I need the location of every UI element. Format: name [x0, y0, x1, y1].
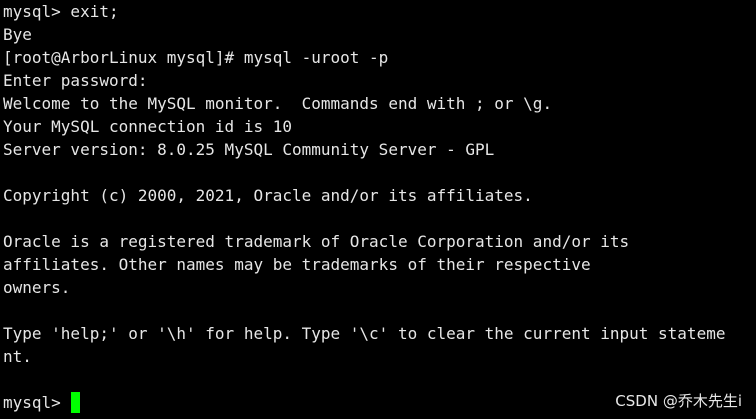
terminal-line: Type 'help;' or '\h' for help. Type '\c'…: [3, 324, 726, 343]
mysql-prompt: mysql>: [3, 393, 71, 412]
terminal-line: nt.: [3, 347, 32, 366]
terminal-line: mysql> exit;: [3, 2, 119, 21]
terminal-line: Bye: [3, 25, 32, 44]
terminal-line: Oracle is a registered trademark of Orac…: [3, 232, 630, 251]
terminal-line: affiliates. Other names may be trademark…: [3, 255, 591, 274]
terminal-window[interactable]: mysql> exit; Bye [root@ArborLinux mysql]…: [0, 0, 756, 419]
terminal-line: Your MySQL connection id is 10: [3, 117, 292, 136]
terminal-line: [root@ArborLinux mysql]# mysql -uroot -p: [3, 48, 389, 67]
terminal-line: Welcome to the MySQL monitor. Commands e…: [3, 94, 553, 113]
terminal-cursor[interactable]: [71, 392, 81, 413]
watermark: CSDN @乔木先生i: [615, 392, 742, 410]
terminal-line: Enter password:: [3, 71, 148, 90]
terminal-line: owners.: [3, 278, 71, 297]
terminal-line: Copyright (c) 2000, 2021, Oracle and/or …: [3, 186, 533, 205]
terminal-line: Server version: 8.0.25 MySQL Community S…: [3, 140, 495, 159]
